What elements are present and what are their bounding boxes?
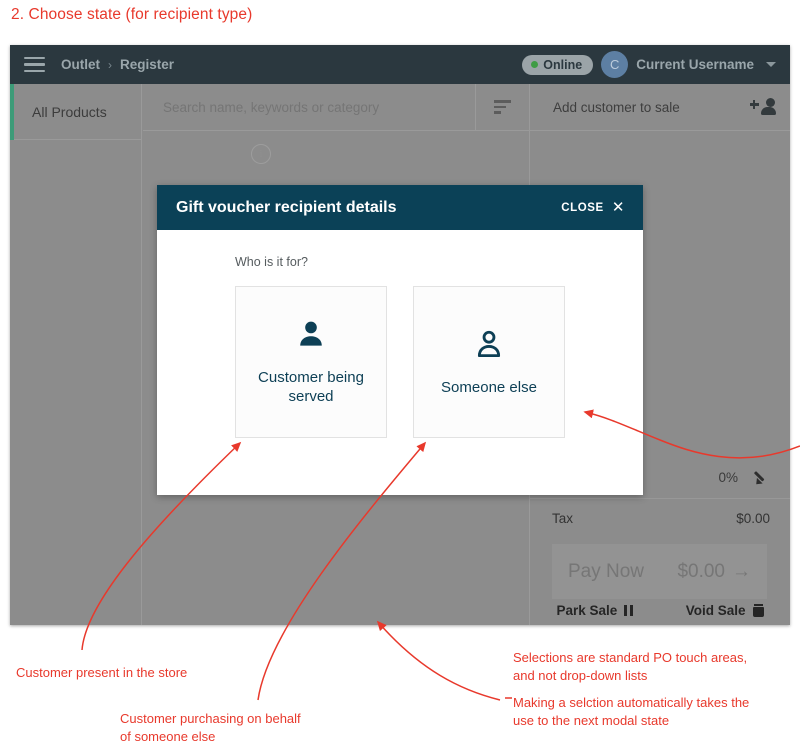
modal-header: Gift voucher recipient details CLOSE ✕ <box>157 185 643 230</box>
pay-now-amount: $0.00 <box>677 560 725 582</box>
hamburger-icon[interactable] <box>24 57 45 72</box>
modal-body: Who is it for? Customer being served Som… <box>157 230 643 495</box>
note-customer-present: Customer present in the store <box>16 665 188 680</box>
person-filled-icon <box>294 317 328 351</box>
avatar[interactable]: C <box>601 51 629 78</box>
pay-now-amount-group: $0.00 → <box>677 561 751 583</box>
void-sale-label: Void Sale <box>685 603 746 618</box>
note-touch-areas: Selections are standard PO touch areas, … <box>513 650 748 684</box>
tax-row: Tax $0.00 <box>530 499 790 537</box>
choice-customer-being-served[interactable]: Customer being served <box>235 286 387 438</box>
status-badge-label: Online <box>543 57 583 72</box>
search-row <box>143 83 529 131</box>
app-window: Outlet › Register Online C Current Usern… <box>10 45 790 625</box>
discount-value: 0% <box>718 469 738 485</box>
pause-icon <box>624 605 633 616</box>
trash-icon <box>752 604 764 617</box>
arrow-right-icon: → <box>732 560 751 582</box>
tax-value: $0.00 <box>736 510 770 526</box>
search-input[interactable] <box>143 98 475 116</box>
username-label[interactable]: Current Username <box>636 57 754 72</box>
sidebar-item-label: All Products <box>32 103 107 120</box>
cart-bottom-actions: Park Sale Void Sale <box>530 603 790 618</box>
close-button[interactable]: CLOSE ✕ <box>561 200 625 215</box>
step-title: 2. Choose state (for recipient type) <box>11 6 253 23</box>
choice-someone-else[interactable]: Someone else <box>413 286 565 438</box>
tax-label: Tax <box>552 510 574 526</box>
person-outline-icon <box>472 327 506 361</box>
online-status-dot-icon <box>531 61 539 68</box>
filter-sort-icon <box>494 100 511 114</box>
filter-button[interactable] <box>475 83 529 131</box>
status-badge: Online <box>522 54 594 75</box>
void-sale-button[interactable]: Void Sale <box>686 603 764 618</box>
close-button-label: CLOSE <box>561 201 604 214</box>
add-person-icon <box>749 98 776 116</box>
park-sale-button[interactable]: Park Sale <box>556 603 633 618</box>
pay-now-label: Pay Now <box>568 560 645 582</box>
modal-title: Gift voucher recipient details <box>176 198 397 216</box>
chevron-down-icon[interactable] <box>766 62 776 67</box>
add-customer-button[interactable]: Add customer to sale <box>530 84 790 131</box>
choice-label: Customer being served <box>258 369 364 405</box>
recipient-choice-row: Customer being served Someone else <box>235 286 643 438</box>
close-x-icon: ✕ <box>611 199 625 216</box>
note-auto-advance: Making a selction automatically takes th… <box>513 695 750 729</box>
park-sale-label: Park Sale <box>556 603 618 618</box>
arrow-modal-body <box>376 620 501 701</box>
choice-label: Someone else <box>441 378 537 396</box>
recipient-question: Who is it for? <box>235 255 308 269</box>
breadcrumb-current[interactable]: Register <box>120 57 174 72</box>
pay-now-button[interactable]: Pay Now $0.00 → <box>552 544 767 599</box>
add-customer-label: Add customer to sale <box>553 99 680 115</box>
gift-voucher-recipient-modal: Gift voucher recipient details CLOSE ✕ W… <box>157 185 643 495</box>
category-sidebar: All Products <box>14 84 142 625</box>
info-circle-icon[interactable]: i <box>251 144 271 164</box>
breadcrumb-separator-icon: › <box>108 57 112 72</box>
breadcrumb: Outlet › Register <box>61 57 174 72</box>
pencil-icon[interactable] <box>754 469 770 485</box>
note-on-behalf: Customer purchasing on behalf of someone… <box>120 711 301 745</box>
topbar-right-group: Online C Current Username <box>522 45 782 84</box>
app-topbar: Outlet › Register Online C Current Usern… <box>10 45 790 84</box>
breadcrumb-root[interactable]: Outlet <box>61 57 100 72</box>
sidebar-item-all-products[interactable]: All Products <box>14 84 141 140</box>
